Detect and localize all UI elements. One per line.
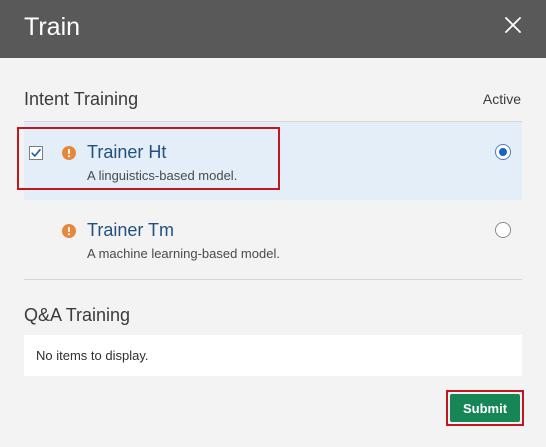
intent-training-heading: Intent Training <box>24 89 139 109</box>
qa-training-list: No items to display. <box>24 335 522 376</box>
warning-icon <box>62 224 76 238</box>
checkmark-icon <box>31 148 41 157</box>
trainer-ht-checkbox[interactable] <box>29 146 43 160</box>
active-column-label: Active <box>482 91 521 107</box>
empty-message: No items to display. <box>36 348 149 363</box>
trainer-row-tm[interactable]: Trainer Tm A machine learning-based mode… <box>24 200 522 278</box>
radio-selected-dot <box>499 148 507 156</box>
submit-button[interactable]: Submit <box>450 394 520 422</box>
close-button[interactable] <box>500 12 526 38</box>
trainer-tm-name[interactable]: Trainer Tm <box>87 219 174 241</box>
qa-training-heading: Q&A Training <box>24 305 131 325</box>
trainer-ht-description: A linguistics-based model. <box>87 168 238 183</box>
trainer-ht-name[interactable]: Trainer Ht <box>87 141 166 163</box>
trainer-tm-active-radio[interactable] <box>495 222 511 238</box>
trainer-tm-description: A machine learning-based model. <box>87 246 280 261</box>
trainer-row-ht[interactable]: Trainer Ht A linguistics-based model. <box>24 122 522 200</box>
divider <box>24 279 522 280</box>
train-dialog: Train Intent Training Active Trainer Ht … <box>0 0 546 447</box>
dialog-header: Train <box>0 0 546 58</box>
dialog-title: Train <box>24 13 81 41</box>
trainer-ht-active-radio[interactable] <box>495 144 511 160</box>
warning-icon <box>62 146 76 160</box>
close-icon <box>505 17 521 33</box>
